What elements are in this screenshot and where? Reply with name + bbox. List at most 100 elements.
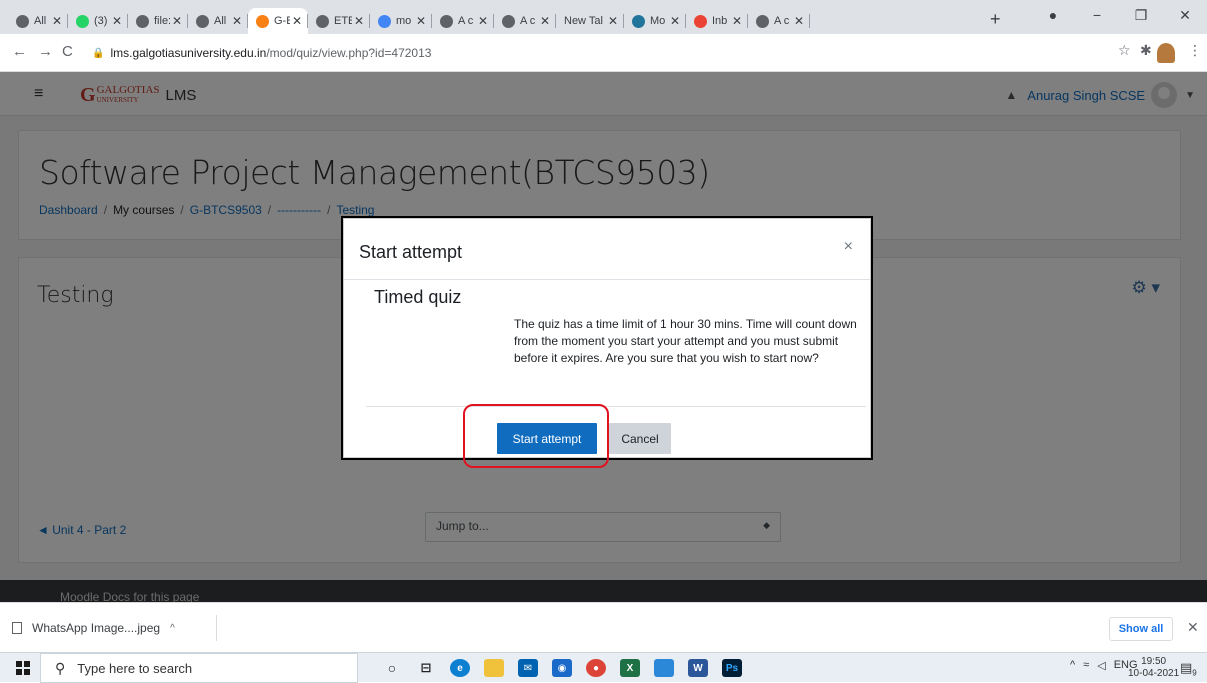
tab-label: Mo	[650, 15, 666, 27]
dialog-body: Timed quiz The quiz has a time limit of …	[344, 281, 870, 405]
close-tab-icon[interactable]: ✕	[352, 14, 366, 28]
tab-label: A c	[458, 15, 474, 27]
address-bar[interactable]: 🔒 lms.galgotiasuniversity.edu.in/mod/qui…	[92, 40, 1092, 66]
tab-label: All I	[214, 15, 230, 27]
browser-tab[interactable]: ETE ✕	[308, 8, 370, 34]
google-icon	[378, 14, 391, 28]
volume-icon[interactable]: ◁	[1097, 659, 1105, 672]
close-tab-icon[interactable]: ✕	[290, 14, 304, 28]
browser-tab[interactable]: mo ✕	[370, 8, 432, 34]
close-icon[interactable]: ✕	[1187, 619, 1199, 636]
windows-start-icon[interactable]	[16, 661, 30, 675]
wordpress-icon	[632, 14, 645, 28]
browser-tab[interactable]: A c ✕	[748, 8, 810, 34]
tab-label: mo	[396, 15, 412, 27]
download-shelf: WhatsApp Image....jpeg ^ Show all ✕	[0, 602, 1207, 652]
download-filename: WhatsApp Image....jpeg	[32, 621, 161, 635]
globe-icon	[440, 14, 453, 28]
minimize-button[interactable]: −	[1075, 0, 1119, 30]
globe-icon	[756, 14, 769, 28]
profile-avatar[interactable]	[1157, 43, 1175, 63]
network-icon[interactable]: ≈	[1083, 659, 1089, 672]
menu-dots-icon[interactable]: ⋮	[1188, 42, 1202, 59]
excel-icon[interactable]: X	[620, 659, 640, 677]
close-tab-icon[interactable]: ✕	[792, 14, 806, 28]
window-controls: ● − ❐ ✕	[1031, 0, 1207, 30]
taskbar-search-box[interactable]: ⚲ Type here to search	[40, 653, 358, 683]
browser-tab[interactable]: G-E ✕	[248, 8, 308, 34]
search-placeholder: Type here to search	[77, 660, 193, 676]
tray-chevron-icon[interactable]: ^	[1070, 659, 1075, 672]
notification-center-icon[interactable]: ▤9	[1180, 660, 1197, 678]
close-tab-icon[interactable]: ✕	[668, 14, 682, 28]
browser-tab[interactable]: Mo ✕	[624, 8, 686, 34]
page-viewport: ≡ G GALGOTIASUNIVERSITY LMS ▲ Anurag Sin…	[0, 72, 1207, 602]
browser-tab[interactable]: New Tal ✕	[556, 8, 624, 34]
gmail-icon	[694, 14, 707, 28]
browser-tab[interactable]: A c ✕	[432, 8, 494, 34]
close-tab-icon[interactable]: ✕	[476, 14, 490, 28]
tab-label: G-E	[274, 15, 290, 27]
clock-time: 19:50	[1141, 656, 1167, 667]
tab-label: New Tal	[564, 15, 603, 27]
notification-count: 9	[1192, 668, 1197, 678]
dell-icon[interactable]: ◉	[552, 659, 572, 677]
globe-icon	[196, 14, 209, 28]
url-domain: lms.galgotiasuniversity.edu.in	[110, 46, 267, 60]
moodle-icon	[256, 14, 269, 28]
forward-icon[interactable]: →	[38, 43, 53, 60]
close-icon[interactable]: ×	[844, 238, 853, 256]
browser-tab[interactable]: All I✕	[188, 8, 248, 34]
tab-label: A c	[520, 15, 536, 27]
windows-taskbar: ⚲ Type here to search ○ ⊟ e ✉ ◉ ● X W Ps…	[0, 652, 1207, 683]
clock[interactable]: 19:50 10-04-2021	[1128, 656, 1179, 680]
search-icon: ⚲	[55, 659, 66, 676]
restore-button[interactable]: ❐	[1119, 0, 1163, 30]
bookmark-star-icon[interactable]: ☆	[1118, 42, 1131, 59]
tab-label: All I	[34, 15, 50, 27]
close-tab-icon[interactable]: ✕	[50, 14, 64, 28]
close-window-button[interactable]: ✕	[1163, 0, 1207, 30]
task-view-icon[interactable]: ⊟	[416, 659, 436, 677]
browser-toolbar: ← → C 🔒 lms.galgotiasuniversity.edu.in/m…	[0, 34, 1207, 72]
browser-tab[interactable]: Inb ✕	[686, 8, 748, 34]
app-icon[interactable]	[654, 659, 674, 677]
mail-icon[interactable]: ✉	[518, 659, 538, 677]
close-tab-icon[interactable]: ✕	[110, 14, 124, 28]
cortana-icon[interactable]: ○	[382, 659, 402, 677]
chrome-icon[interactable]: ●	[586, 659, 606, 677]
close-tab-icon[interactable]: ✕	[606, 14, 620, 28]
file-icon	[12, 622, 22, 634]
close-tab-icon[interactable]: ✕	[230, 14, 244, 28]
file-explorer-icon[interactable]	[484, 659, 504, 677]
show-all-button[interactable]: Show all	[1109, 617, 1173, 641]
browser-tab[interactable]: (3) \✕	[68, 8, 128, 34]
globe-icon	[316, 14, 329, 28]
browser-tab[interactable]: All I✕	[8, 8, 68, 34]
dialog-title: Start attempt	[359, 242, 463, 262]
close-tab-icon[interactable]: ✕	[730, 14, 744, 28]
chevron-up-icon[interactable]: ^	[170, 623, 175, 634]
edge-icon[interactable]: e	[450, 659, 470, 677]
reload-icon[interactable]: C	[62, 43, 73, 60]
divider	[366, 406, 866, 407]
close-tab-icon[interactable]: ✕	[170, 14, 184, 28]
profile-circle-icon[interactable]: ●	[1031, 0, 1075, 30]
tab-label: (3) \	[94, 15, 110, 27]
browser-tab[interactable]: file: ✕	[128, 8, 188, 34]
extensions-icon[interactable]: ✱	[1140, 42, 1152, 59]
photoshop-icon[interactable]: Ps	[722, 659, 742, 677]
tab-label: Inb	[712, 15, 728, 27]
browser-tab[interactable]: A c ✕	[494, 8, 556, 34]
back-icon[interactable]: ←	[12, 43, 27, 60]
whatsapp-icon	[76, 14, 89, 28]
tab-label: A c	[774, 15, 790, 27]
tab-label: file:	[154, 15, 170, 27]
new-tab-button[interactable]: +	[990, 9, 1001, 30]
close-tab-icon[interactable]: ✕	[414, 14, 428, 28]
close-tab-icon[interactable]: ✕	[538, 14, 552, 28]
download-item[interactable]: WhatsApp Image....jpeg ^	[12, 615, 217, 641]
word-icon[interactable]: W	[688, 659, 708, 677]
cancel-button[interactable]: Cancel	[609, 423, 671, 454]
clock-date: 10-04-2021	[1128, 668, 1180, 679]
